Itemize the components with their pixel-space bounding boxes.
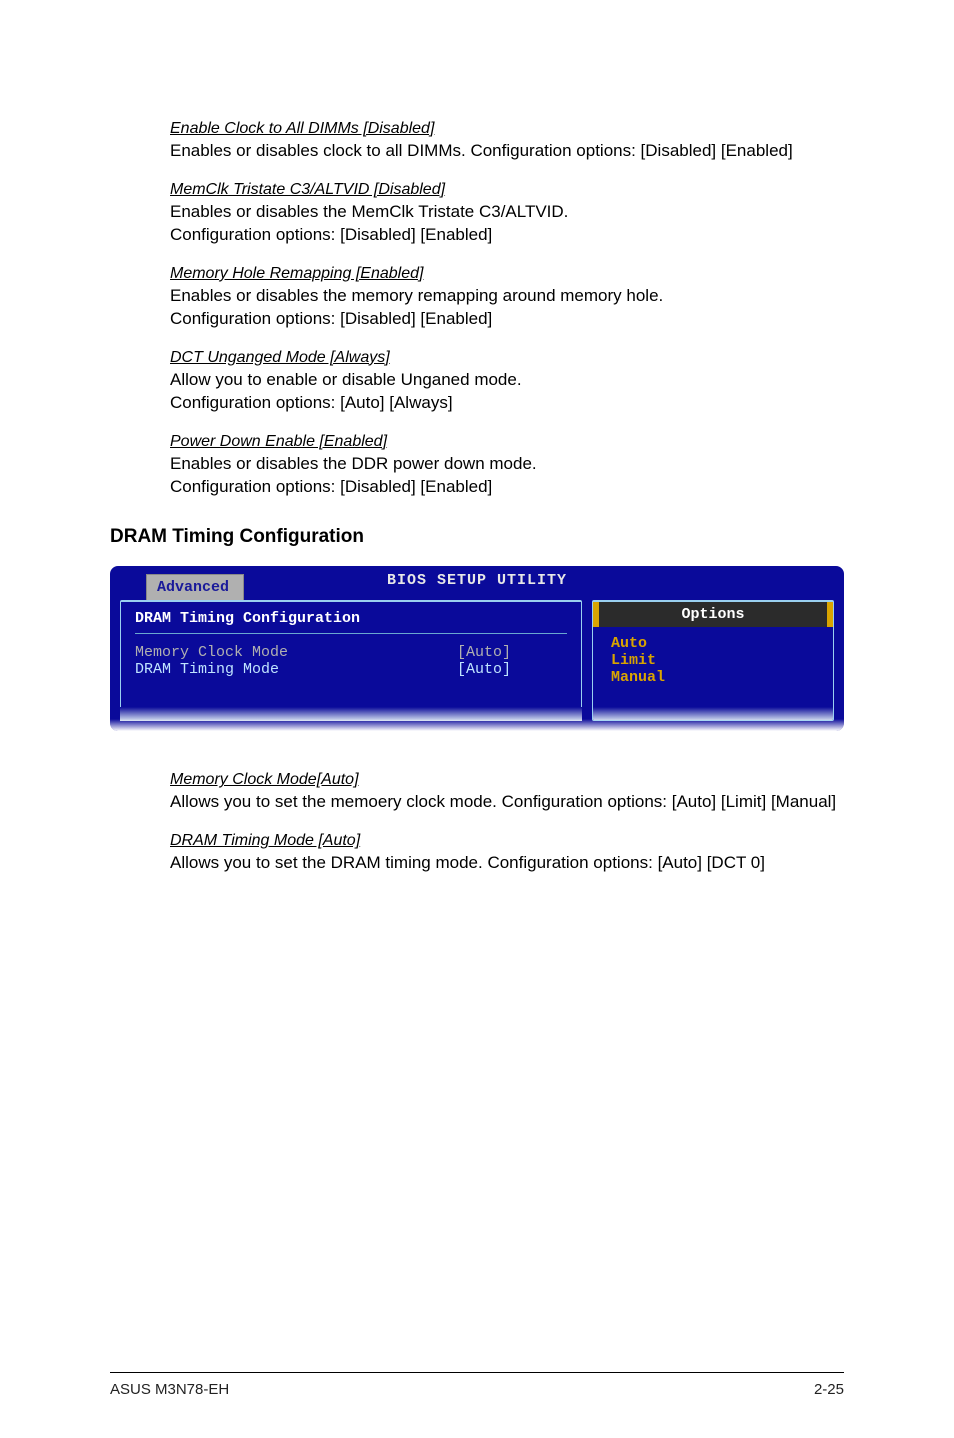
footer-left: ASUS M3N78-EH <box>110 1381 229 1398</box>
bios-setting-value: [Auto] <box>457 661 567 678</box>
content-area: Enable Clock to All DIMMs [Disabled] Ena… <box>110 120 844 1372</box>
bios-option[interactable]: Limit <box>611 652 815 669</box>
config-items-bottom: Memory Clock Mode[Auto] Allows you to se… <box>170 771 844 875</box>
bios-left-pane: DRAM Timing Configuration Memory Clock M… <box>120 600 582 721</box>
bios-option[interactable]: Manual <box>611 669 815 686</box>
page: Enable Clock to All DIMMs [Disabled] Ena… <box>0 0 954 1438</box>
bios-header: BIOS SETUP UTILITY Advanced <box>110 566 844 600</box>
item-heading: Enable Clock to All DIMMs [Disabled] <box>170 120 844 138</box>
item-body: Allow you to enable or disable Unganed m… <box>170 369 844 415</box>
bios-setting-row[interactable]: DRAM Timing Mode [Auto] <box>135 661 567 678</box>
item-heading: MemClk Tristate C3/ALTVID [Disabled] <box>170 181 844 199</box>
item-heading: Power Down Enable [Enabled] <box>170 433 844 451</box>
bios-options-body: Auto Limit Manual <box>593 627 833 720</box>
bios-left-title: DRAM Timing Configuration <box>135 610 567 634</box>
bios-setting-row[interactable]: Memory Clock Mode [Auto] <box>135 644 567 661</box>
page-footer: ASUS M3N78-EH 2-25 <box>110 1372 844 1398</box>
item-heading: Memory Clock Mode[Auto] <box>170 771 844 789</box>
item-heading: DCT Unganged Mode [Always] <box>170 349 844 367</box>
item-body: Enables or disables the MemClk Tristate … <box>170 201 844 247</box>
item-body: Allows you to set the DRAM timing mode. … <box>170 852 844 875</box>
bios-setting-label: Memory Clock Mode <box>135 644 457 661</box>
bios-body: DRAM Timing Configuration Memory Clock M… <box>110 600 844 721</box>
item-body: Enables or disables clock to all DIMMs. … <box>170 140 844 163</box>
bios-header-title: BIOS SETUP UTILITY <box>110 572 844 589</box>
bios-setting-value: [Auto] <box>457 644 567 661</box>
bios-options-header: Options <box>593 602 833 627</box>
bios-setting-label: DRAM Timing Mode <box>135 661 457 678</box>
bios-option[interactable]: Auto <box>611 635 815 652</box>
item-body: Allows you to set the memoery clock mode… <box>170 791 844 814</box>
item-heading: Memory Hole Remapping [Enabled] <box>170 265 844 283</box>
footer-right: 2-25 <box>814 1381 844 1398</box>
bios-right-pane: Options Auto Limit Manual <box>592 600 834 721</box>
item-body: Enables or disables the DDR power down m… <box>170 453 844 499</box>
item-heading: DRAM Timing Mode [Auto] <box>170 832 844 850</box>
bios-panel: BIOS SETUP UTILITY Advanced DRAM Timing … <box>110 566 844 731</box>
config-items-top: Enable Clock to All DIMMs [Disabled] Ena… <box>170 120 844 498</box>
item-body: Enables or disables the memory remapping… <box>170 285 844 331</box>
section-title: DRAM Timing Configuration <box>110 526 844 548</box>
